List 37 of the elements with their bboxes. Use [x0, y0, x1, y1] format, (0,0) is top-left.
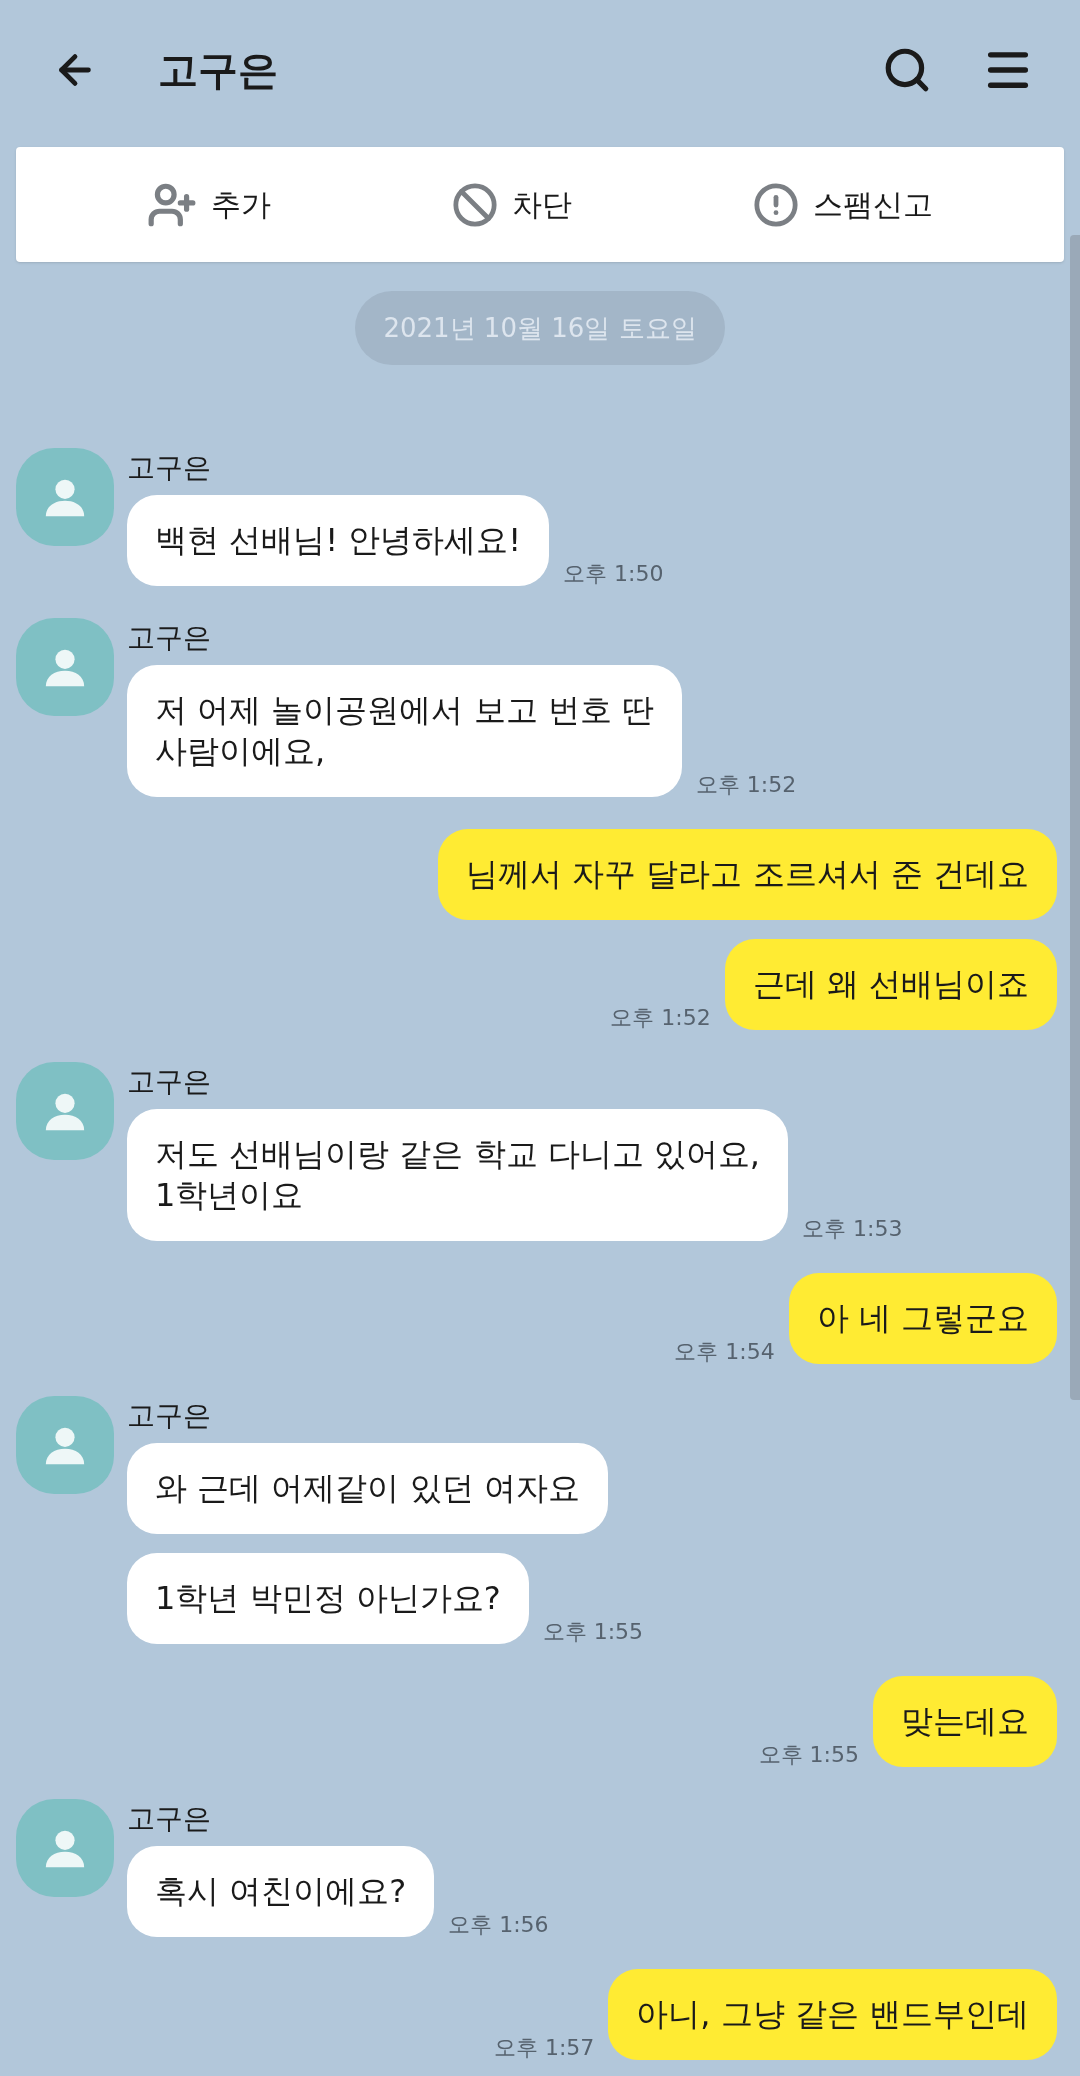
- avatar[interactable]: [16, 618, 114, 716]
- chat-title: 고구은: [158, 46, 279, 95]
- avatar[interactable]: [16, 1062, 114, 1160]
- message-bubble: 1학년 박민정 아닌가요?: [127, 1553, 529, 1644]
- message-time: 오후 1:53: [802, 1215, 903, 1243]
- avatar[interactable]: [16, 448, 114, 546]
- avatar[interactable]: [16, 1799, 114, 1897]
- message-time: 오후 1:54: [674, 1338, 775, 1366]
- action-button[interactable]: 스팸신고: [753, 181, 934, 228]
- avatar[interactable]: [16, 1396, 114, 1494]
- warning-icon: [753, 181, 800, 228]
- message-bubble: 와 근데 어제같이 있던 여자요: [127, 1443, 608, 1534]
- message-bubble: 백현 선배님! 안녕하세요!: [127, 495, 549, 586]
- block-icon: [452, 181, 498, 228]
- sender-name: 고구은: [127, 1801, 212, 1837]
- sender-name: 고구은: [127, 450, 212, 486]
- message-time: 오후 1:56: [448, 1911, 549, 1939]
- action-button[interactable]: 추가: [146, 179, 271, 230]
- message-bubble: 저 어제 놀이공원에서 보고 번호 딴 사람이에요,: [127, 665, 682, 797]
- action-button[interactable]: 차단: [452, 181, 572, 228]
- message-time: 오후 1:52: [695, 771, 797, 799]
- message-time: 오후 1:55: [758, 1741, 859, 1769]
- message-bubble: 맞는데요: [873, 1676, 1057, 1767]
- message-time: 오후 1:55: [542, 1618, 644, 1646]
- message-bubble: 아 네 그렇군요: [788, 1273, 1057, 1364]
- message-time: 오후 1:52: [610, 1004, 711, 1032]
- sender-name: 고구은: [127, 1064, 212, 1100]
- sender-name: 고구은: [127, 1398, 212, 1434]
- scrollbar[interactable]: [1070, 235, 1080, 1400]
- message-bubble: 근데 왜 선배님이죠: [724, 939, 1057, 1030]
- message-time: 오후 1:50: [563, 560, 664, 588]
- message-bubble: 저도 선배님이랑 같은 학교 다니고 있어요, 1학년이요: [127, 1109, 789, 1241]
- message-bubble: 혹시 여친이에요?: [127, 1846, 435, 1937]
- message-bubble: 아니, 그냥 같은 밴드부인데: [608, 1969, 1057, 2060]
- message-time: 오후 1:57: [493, 2034, 595, 2062]
- message-bubble: 님께서 자꾸 달라고 조르셔서 준 건데요: [438, 829, 1057, 920]
- sender-name: 고구은: [127, 620, 212, 656]
